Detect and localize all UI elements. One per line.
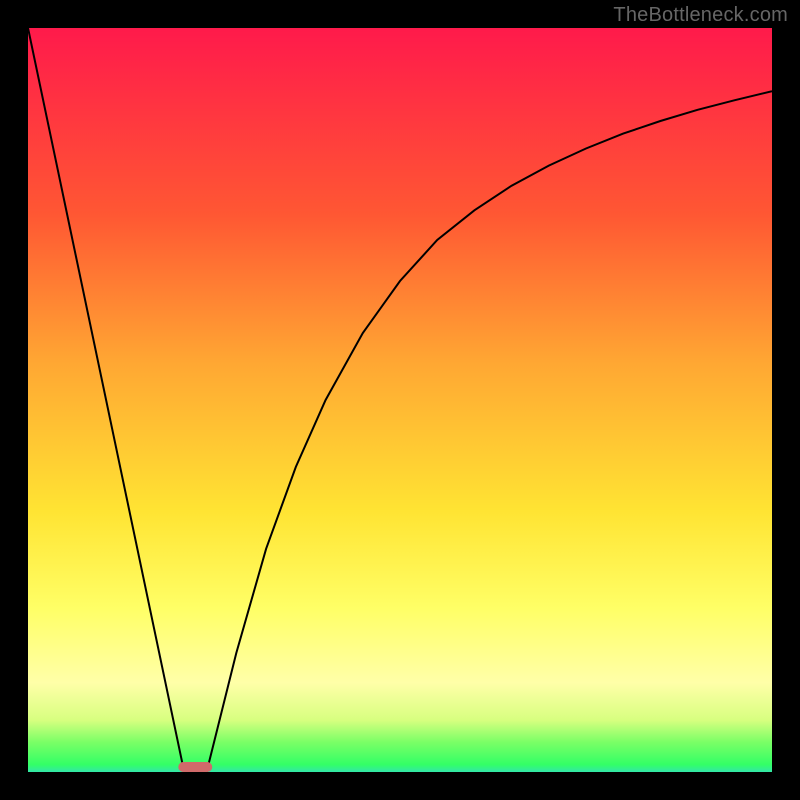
chart-plot-area [28, 28, 772, 772]
chart-left-line [28, 28, 184, 772]
chart-outer-frame: TheBottleneck.com [0, 0, 800, 800]
chart-bottom-marker [179, 762, 212, 772]
chart-right-curve [207, 91, 772, 772]
chart-svg [28, 28, 772, 772]
watermark-text: TheBottleneck.com [613, 4, 788, 27]
